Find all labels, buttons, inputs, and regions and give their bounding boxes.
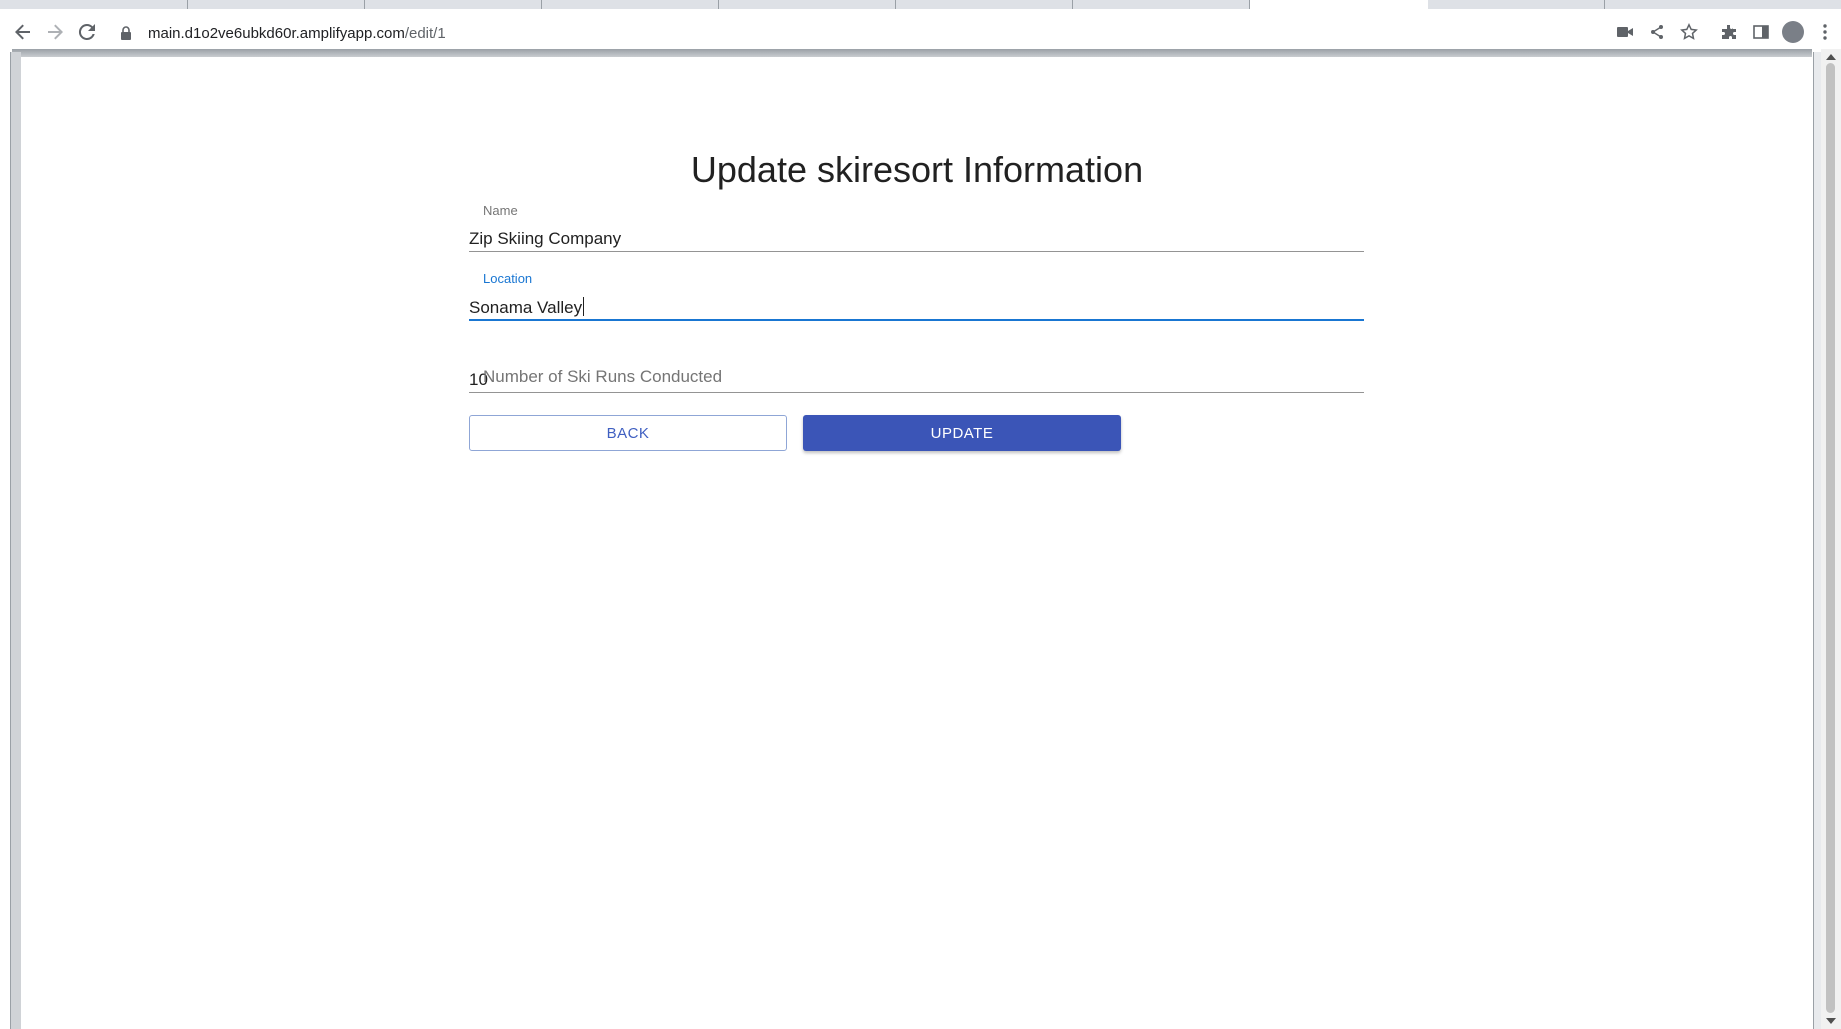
browser-tab-active[interactable]	[1250, 0, 1428, 9]
frame-left-border	[10, 52, 21, 1029]
scroll-down-arrow-icon[interactable]	[1826, 1018, 1836, 1024]
url-host: main.d1o2ve6ubkd60r.amplifyapp.com	[148, 24, 405, 42]
name-label: Name	[483, 203, 518, 218]
browser-tab[interactable]	[1073, 0, 1250, 9]
runs-field[interactable]: 10 Number of Ski Runs Conducted	[469, 361, 1364, 393]
location-underline	[469, 319, 1364, 321]
vertical-scrollbar[interactable]	[1821, 49, 1841, 1029]
scrollbar-thumb[interactable]	[1826, 63, 1835, 1013]
location-input[interactable]: Sonama Valley	[469, 297, 585, 318]
name-input[interactable]: Zip Skiing Company	[469, 229, 621, 249]
update-button[interactable]: UPDATE	[803, 415, 1121, 451]
page-title: Update skiresort Information	[690, 149, 1144, 190]
name-field[interactable]: Name Zip Skiing Company	[469, 203, 1364, 253]
bookmark-star-icon[interactable]	[1678, 21, 1700, 43]
side-panel-icon[interactable]	[1750, 21, 1772, 43]
tab-strip	[0, 0, 1841, 9]
location-value: Sonama Valley	[469, 298, 583, 317]
page-content: Update skiresort Information Name Zip Sk…	[21, 57, 1813, 1029]
text-caret	[583, 297, 585, 316]
camera-icon[interactable]	[1614, 21, 1636, 43]
back-button[interactable]: BACK	[469, 415, 787, 451]
browser-tab[interactable]	[896, 0, 1073, 9]
location-label: Location	[483, 271, 533, 286]
extensions-icon[interactable]	[1718, 21, 1740, 43]
address-bar[interactable]: main.d1o2ve6ubkd60r.amplifyapp.com/edit/…	[120, 20, 446, 46]
reload-icon[interactable]	[74, 19, 100, 45]
url-path: /edit/1	[404, 24, 446, 42]
scroll-up-arrow-icon[interactable]	[1826, 54, 1836, 60]
browser-tab[interactable]	[365, 0, 542, 9]
browser-tab[interactable]	[719, 0, 896, 9]
frame-top-border	[12, 49, 1812, 57]
frame-right-border	[1813, 52, 1821, 1029]
browser-tab[interactable]	[1428, 0, 1605, 9]
profile-avatar[interactable]	[1782, 21, 1804, 43]
name-underline	[469, 251, 1364, 252]
share-icon[interactable]	[1646, 21, 1668, 43]
browser-tab[interactable]	[188, 0, 365, 9]
kebab-menu-icon[interactable]	[1814, 21, 1836, 43]
browser-tab[interactable]	[0, 0, 188, 9]
runs-underline	[469, 392, 1364, 393]
location-field[interactable]: Location Sonama Valley	[469, 271, 1364, 322]
back-arrow-icon[interactable]	[10, 19, 36, 45]
forward-arrow-icon[interactable]	[42, 19, 68, 45]
browser-tab[interactable]	[542, 0, 719, 9]
browser-toolbar: main.d1o2ve6ubkd60r.amplifyapp.com/edit/…	[0, 9, 1841, 49]
lock-icon	[120, 26, 138, 40]
runs-placeholder: Number of Ski Runs Conducted	[483, 367, 723, 386]
